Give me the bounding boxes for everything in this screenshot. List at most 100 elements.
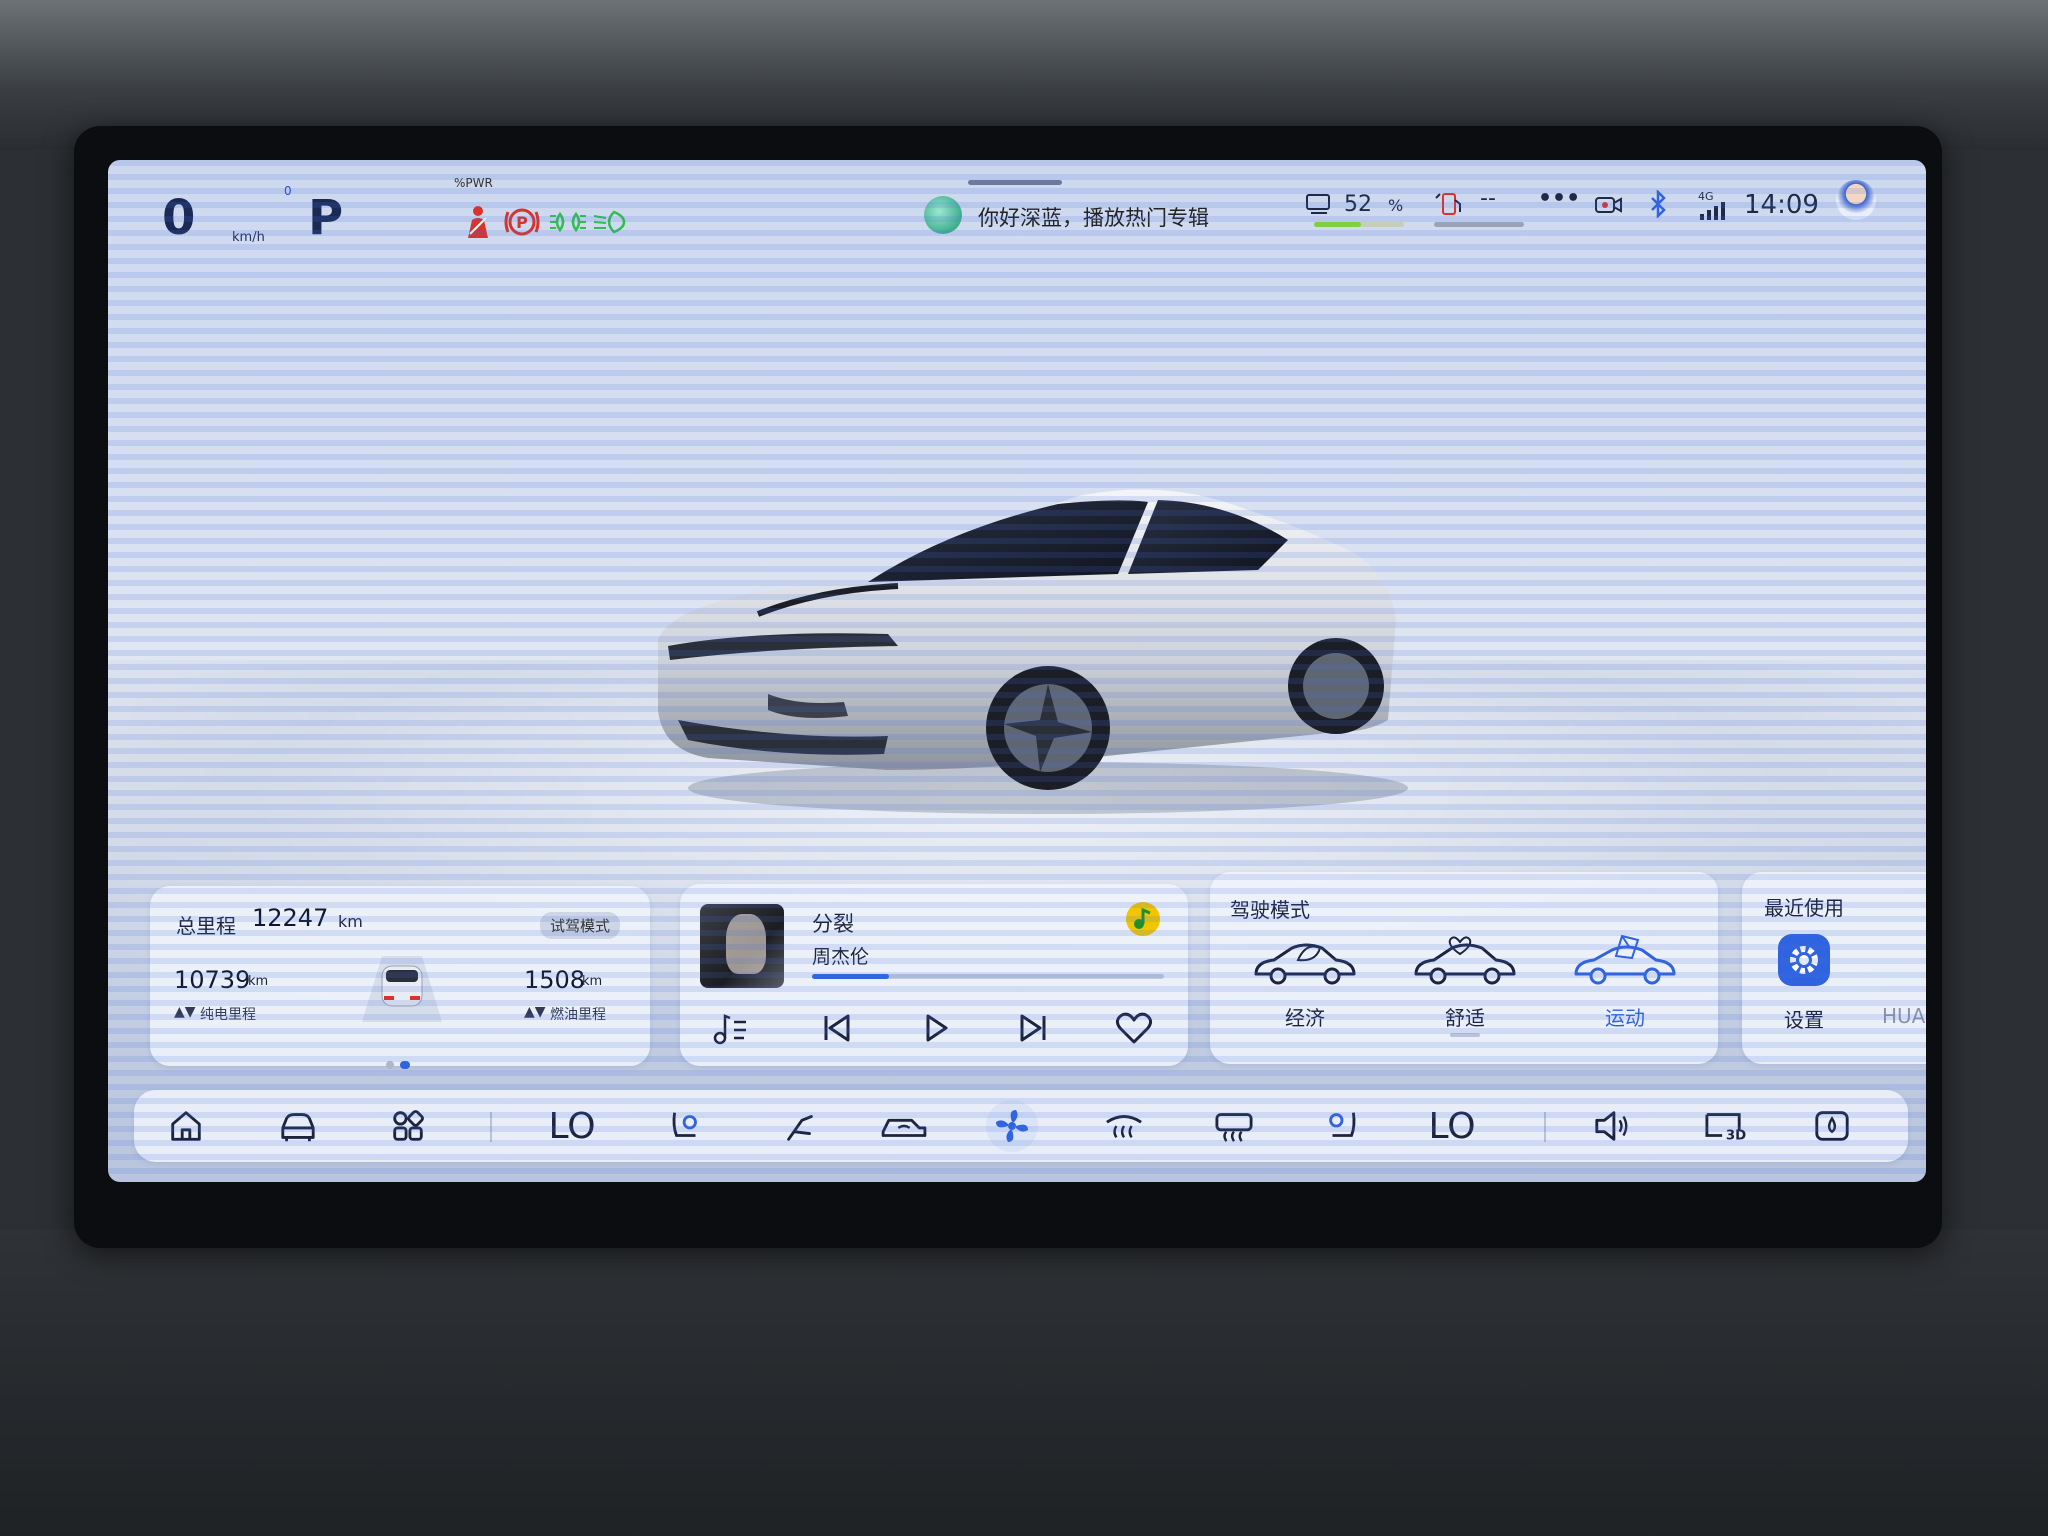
svg-text:3D: 3D (1726, 1128, 1746, 1143)
recent-apps-title: 最近使用 (1764, 896, 1844, 920)
battery-charge-icon (1306, 194, 1330, 214)
apps-grid-icon (393, 1110, 424, 1141)
fuel-range-label: 燃油里程 (550, 1007, 606, 1023)
settings-app-button[interactable] (1778, 934, 1830, 986)
voice-assistant-icon (924, 196, 962, 234)
mode-sport[interactable]: 运动 (1560, 932, 1690, 1031)
home-button[interactable] (156, 1100, 216, 1152)
eco-car-icon (1254, 943, 1356, 985)
drive-mode-title: 驾驶模式 (1230, 898, 1310, 922)
mode-sport-label: 运动 (1605, 1006, 1645, 1030)
dashcam-icon (1595, 197, 1622, 213)
battery-unit: % (1388, 196, 1404, 215)
seat-ventilation-button[interactable] (656, 1100, 716, 1152)
dock-separator (490, 1112, 492, 1142)
dock-separator (1544, 1112, 1546, 1142)
ev-range-unit: km (248, 974, 269, 989)
fan-button[interactable] (982, 1100, 1042, 1152)
front-defrost-button[interactable] (1094, 1100, 1154, 1152)
page-dots (386, 1054, 416, 1073)
left-temp-button[interactable]: LO (542, 1100, 602, 1152)
infotainment-screen: 0 km/h 0 P %PWR P 你好深蓝，播放热门专辑 52 % -- ••… (108, 160, 1926, 1182)
music-card[interactable]: 分裂 周杰伦 (680, 884, 1188, 1066)
play-icon[interactable] (914, 1008, 958, 1048)
next-track-icon[interactable] (1012, 1008, 1056, 1048)
washer-button[interactable] (1802, 1100, 1862, 1152)
vehicle-render[interactable] (648, 470, 1428, 830)
voice-assistant-pill[interactable]: 你好深蓝，播放热门专辑 (916, 190, 1209, 238)
more-icon[interactable]: ••• (1538, 186, 1580, 211)
mode-comfort-label: 舒适 (1445, 1006, 1485, 1030)
position-lights-icon (550, 211, 586, 233)
fuel-range-unit: km (582, 974, 603, 989)
mileage-card[interactable]: 总里程 12247 km 试驾模式 10739 km ▲▼ 纯电里程 1508 … (150, 886, 650, 1069)
artist-name: 周杰伦 (812, 946, 870, 968)
low-beam-icon (593, 210, 626, 234)
air-circulation-button[interactable] (874, 1100, 934, 1152)
playlist-icon[interactable] (708, 1008, 752, 1048)
total-mileage-label: 总里程 (176, 914, 236, 938)
power-label: %PWR (454, 176, 493, 190)
page-dot-active[interactable] (400, 1061, 410, 1069)
gear-position: P (308, 190, 344, 246)
ev-range-value: 10739 (174, 966, 251, 994)
mode-indicator (1450, 1033, 1480, 1037)
drive-mode-card: 驾驶模式 经济 舒适 运动 (1210, 872, 1718, 1064)
battery-bar (1314, 222, 1404, 227)
bottom-dock: LO LO 3D (134, 1090, 1908, 1162)
car-front-icon (281, 1113, 315, 1142)
seat-ventilation-icon (672, 1112, 697, 1137)
recent-apps-card: 最近使用 设置 HUA (1742, 872, 1926, 1064)
favorite-heart-icon[interactable] (1112, 1008, 1156, 1048)
passenger-seat-ventilation-icon (1329, 1112, 1356, 1137)
seatbelt-warning-icon (468, 206, 488, 238)
passenger-seat-ventilation-button[interactable] (1312, 1100, 1372, 1152)
fan-icon (996, 1110, 1028, 1142)
playback-progress-fill (812, 974, 890, 979)
total-mileage-unit: km (338, 912, 363, 931)
camera-3d-icon: 3D (1705, 1113, 1746, 1143)
fuel-pump-icon (1435, 193, 1461, 215)
apps-button[interactable] (378, 1100, 438, 1152)
fuel-bar (1434, 222, 1524, 227)
settings-gear-icon (1790, 946, 1818, 974)
settings-app-label: 设置 (1784, 1008, 1824, 1032)
left-temp-value: LO (548, 1105, 596, 1147)
status-bar: 0 km/h 0 P %PWR P 你好深蓝，播放热门专辑 52 % -- ••… (108, 160, 1926, 246)
front-defrost-icon (1106, 1115, 1142, 1139)
fan-active-bg (986, 1100, 1038, 1152)
gear-indicator-small: 0 (284, 184, 292, 198)
right-temp-value: LO (1428, 1105, 1476, 1147)
battery-percent: 52 (1344, 192, 1372, 217)
car-air-icon (881, 1118, 927, 1137)
mode-eco[interactable]: 经济 (1240, 932, 1370, 1031)
fuel-range-icon: ▲▼ (524, 1004, 546, 1020)
page-dot[interactable] (386, 1061, 394, 1069)
pulldown-handle[interactable] (968, 180, 1062, 185)
washer-icon (1815, 1111, 1849, 1141)
volume-button[interactable] (1582, 1100, 1642, 1152)
volume-icon (1595, 1111, 1628, 1141)
user-avatar[interactable] (1836, 180, 1876, 220)
right-temp-button[interactable]: LO (1422, 1100, 1482, 1152)
vehicle-button[interactable] (268, 1100, 328, 1152)
mode-eco-label: 经济 (1285, 1006, 1325, 1030)
seat-recline-button[interactable] (770, 1100, 830, 1152)
rear-defrost-button[interactable] (1204, 1100, 1264, 1152)
ev-range-icon: ▲▼ (174, 1004, 196, 1020)
mode-comfort[interactable]: 舒适 (1400, 932, 1530, 1037)
ev-range-label: 纯电里程 (200, 1007, 256, 1023)
album-cover[interactable] (700, 904, 784, 988)
assistant-greeting: 你好深蓝，播放热门专辑 (978, 206, 1209, 230)
test-drive-mode-tag: 试驾模式 (540, 912, 621, 939)
previous-track-icon[interactable] (814, 1008, 858, 1048)
playback-progress[interactable] (812, 974, 1164, 979)
signal-strength-icon (1700, 202, 1725, 220)
song-title: 分裂 (812, 912, 854, 936)
speed-unit: km/h (232, 230, 265, 245)
music-app-icon (1126, 902, 1160, 936)
clock: 14:09 (1744, 190, 1819, 220)
camera-3d-button[interactable]: 3D (1694, 1100, 1754, 1152)
svg-text:P: P (516, 213, 528, 232)
comfort-car-icon (1414, 936, 1516, 985)
